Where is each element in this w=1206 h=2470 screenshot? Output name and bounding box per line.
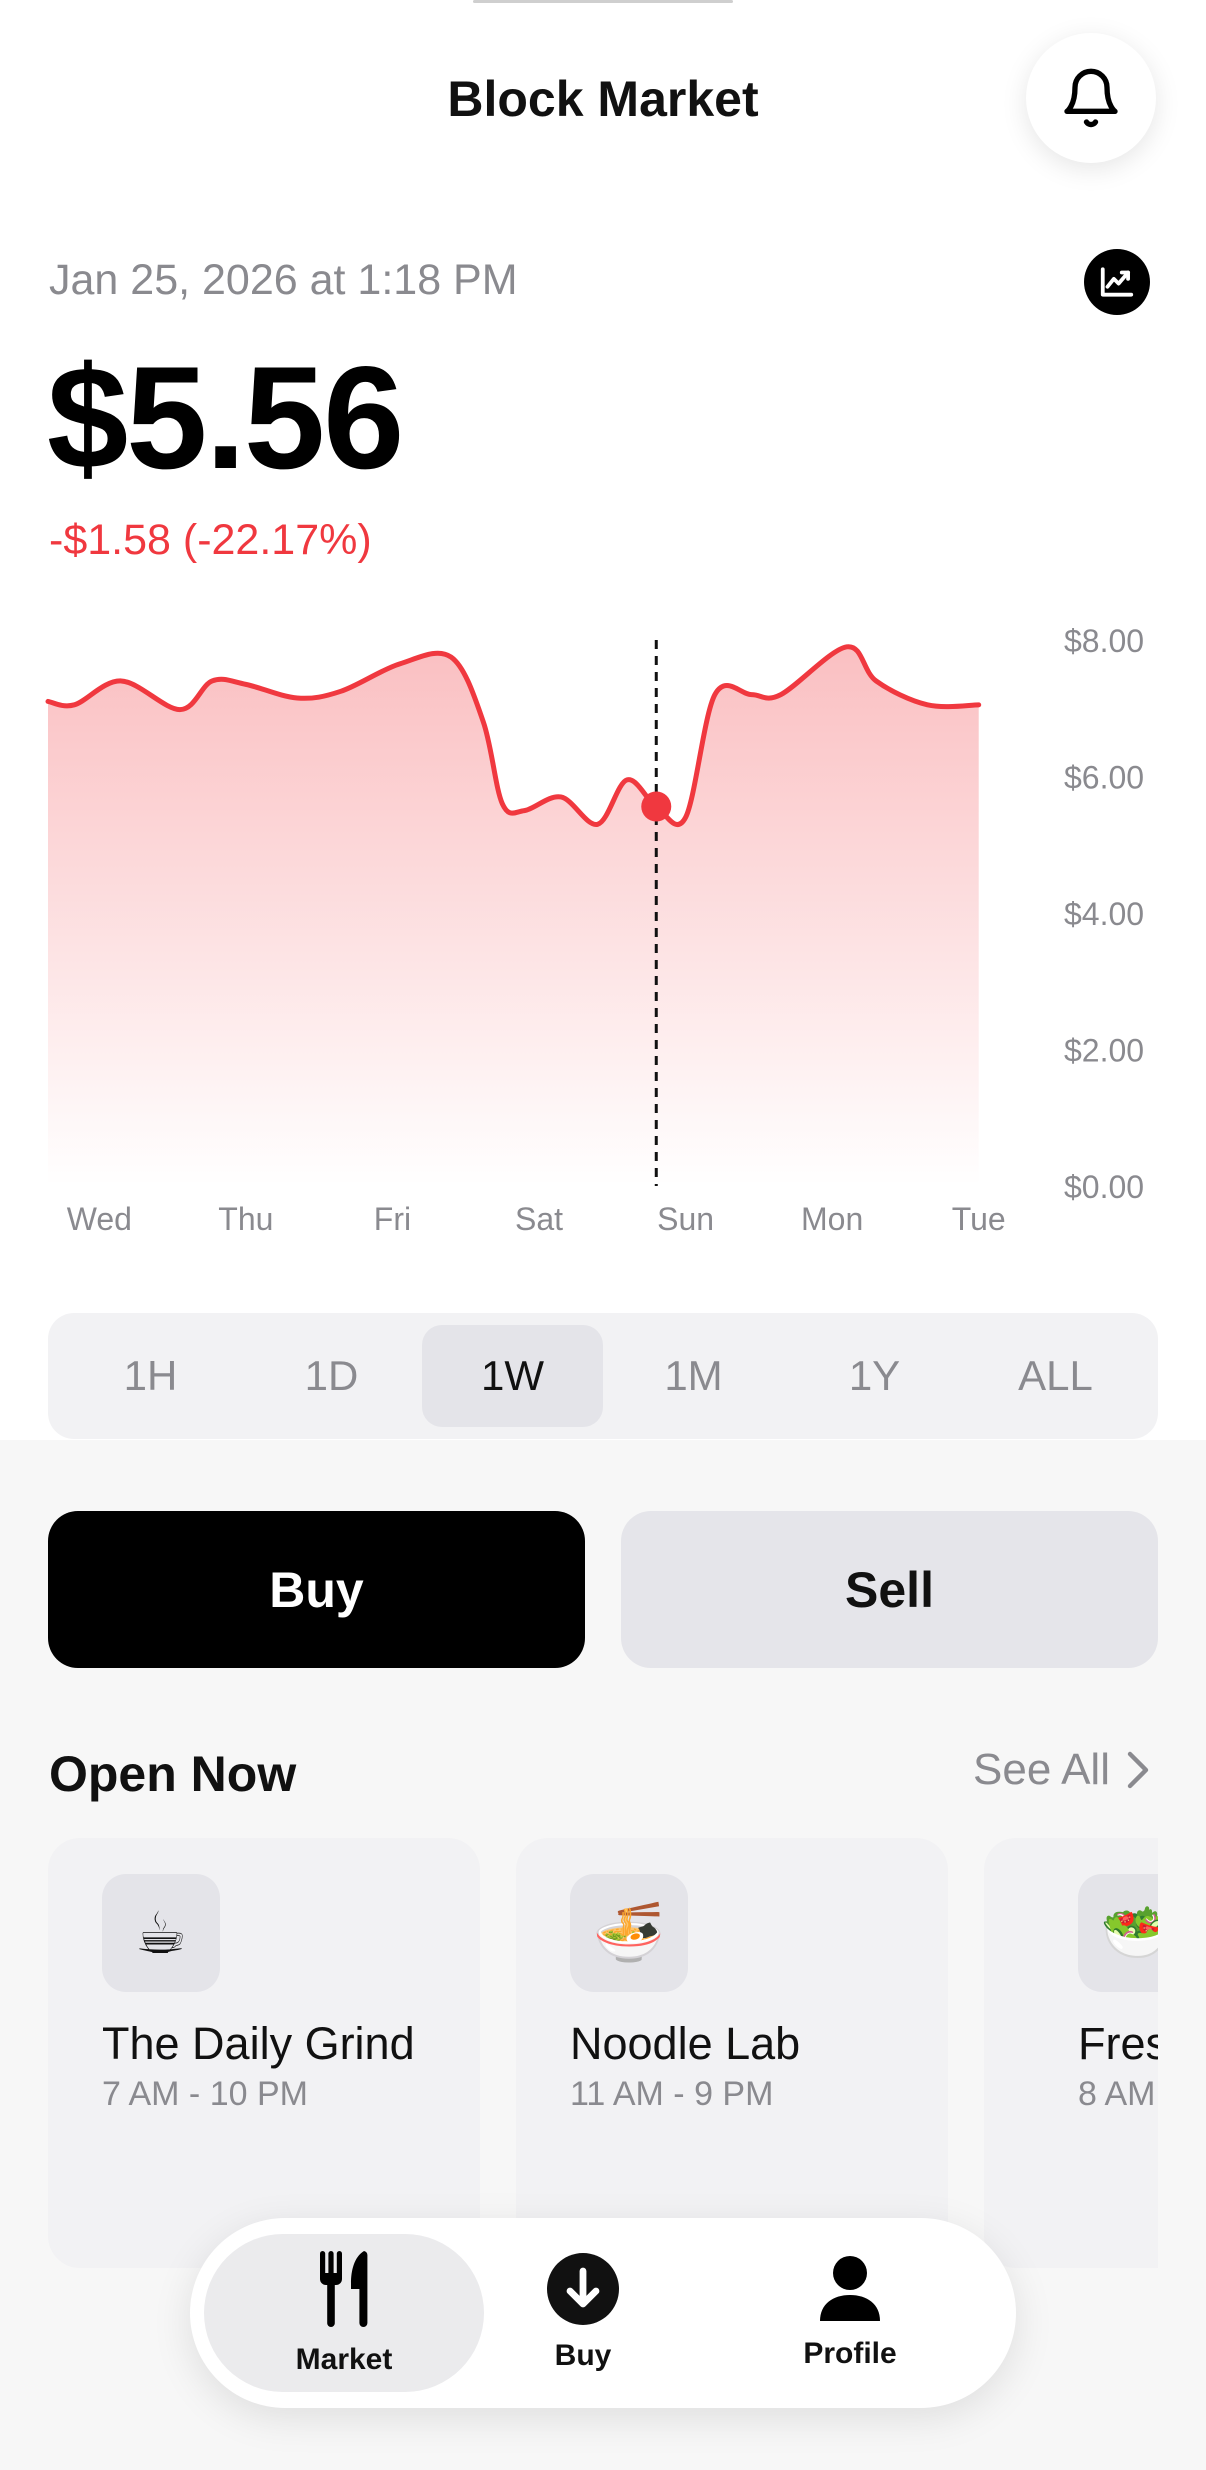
price-chart[interactable]: $8.00 $6.00 $4.00 $2.00 $0.00 Wed Thu Fri Sat Su… xyxy=(0,600,1206,1260)
line-chart-icon xyxy=(1100,267,1134,297)
download-circle-icon xyxy=(547,2253,619,2325)
restaurant-name: Fres xyxy=(1078,2018,1158,2069)
tab-market[interactable]: Market xyxy=(204,2234,484,2392)
sell-button[interactable]: Sell xyxy=(621,1511,1158,1668)
fork-knife-icon xyxy=(320,2251,368,2327)
tab-profile-label: Profile xyxy=(803,2337,897,2370)
x-axis-tick-label: Mon xyxy=(801,1201,863,1237)
restaurant-name: The Daily Grind xyxy=(102,2018,415,2069)
x-axis-tick-label: Wed xyxy=(67,1201,132,1237)
see-all-label: See All xyxy=(973,1745,1110,1794)
range-1m[interactable]: 1M xyxy=(603,1325,784,1427)
quote-timestamp: Jan 25, 2026 at 1:18 PM xyxy=(49,256,518,304)
y-axis-tick-label: $6.00 xyxy=(1064,760,1144,796)
price-area-fill xyxy=(48,646,979,1186)
open-now-carousel[interactable]: ☕ The Daily Grind 7 AM - 10 PM 🍜 Noodle … xyxy=(48,1838,1158,2270)
range-1w[interactable]: 1W xyxy=(422,1325,603,1427)
restaurant-card[interactable]: ☕ The Daily Grind 7 AM - 10 PM xyxy=(48,1838,480,2268)
restaurant-card[interactable]: 🥗 Fres 8 AM xyxy=(984,1838,1158,2268)
selection-point[interactable] xyxy=(641,791,672,822)
noodle-bowl-icon: 🍜 xyxy=(570,1874,688,1992)
x-axis-tick-label: Tue xyxy=(952,1201,1006,1237)
chevron-right-icon xyxy=(1126,1750,1150,1790)
tab-buy-label: Buy xyxy=(554,2339,612,2372)
time-range-selector: 1H 1D 1W 1M 1Y ALL xyxy=(48,1313,1158,1439)
bottom-tab-bar: Market Buy Profile xyxy=(190,2218,1016,2408)
x-axis-tick-label: Sun xyxy=(657,1201,714,1237)
salad-icon: 🥗 xyxy=(1078,1874,1158,1992)
restaurant-hours: 8 AM xyxy=(1078,2075,1156,2113)
y-axis-tick-label: $0.00 xyxy=(1064,1169,1144,1205)
x-axis-tick-label: Sat xyxy=(515,1201,563,1237)
price-change: -$1.58 (-22.17%) xyxy=(49,516,372,564)
restaurant-name: Noodle Lab xyxy=(570,2018,801,2069)
tab-market-label: Market xyxy=(295,2343,393,2376)
restaurant-card[interactable]: 🍜 Noodle Lab 11 AM - 9 PM xyxy=(516,1838,948,2268)
coffee-icon: ☕ xyxy=(102,1874,220,1992)
restaurant-hours: 11 AM - 9 PM xyxy=(570,2075,774,2113)
range-1h[interactable]: 1H xyxy=(60,1325,241,1427)
person-icon xyxy=(820,2256,880,2321)
bell-icon xyxy=(1064,68,1118,128)
buy-button[interactable]: Buy xyxy=(48,1511,585,1668)
range-all[interactable]: ALL xyxy=(965,1325,1146,1427)
restaurant-hours: 7 AM - 10 PM xyxy=(102,2075,308,2113)
chart-type-button[interactable] xyxy=(1084,249,1150,315)
range-1d[interactable]: 1D xyxy=(241,1325,422,1427)
tab-profile[interactable]: Profile xyxy=(785,2234,915,2392)
x-axis-tick-label: Thu xyxy=(218,1201,273,1237)
current-price: $5.56 xyxy=(47,336,404,499)
range-1y[interactable]: 1Y xyxy=(784,1325,965,1427)
tab-buy[interactable]: Buy xyxy=(506,2234,660,2392)
y-axis-tick-label: $8.00 xyxy=(1064,623,1144,659)
notifications-button[interactable] xyxy=(1026,33,1156,163)
open-now-heading: Open Now xyxy=(49,1746,297,1802)
y-axis-tick-label: $2.00 xyxy=(1064,1033,1144,1069)
x-axis-tick-label: Fri xyxy=(374,1201,411,1237)
top-grabber xyxy=(473,0,733,3)
y-axis-tick-label: $4.00 xyxy=(1064,896,1144,932)
see-all-link[interactable]: See All xyxy=(973,1745,1150,1795)
